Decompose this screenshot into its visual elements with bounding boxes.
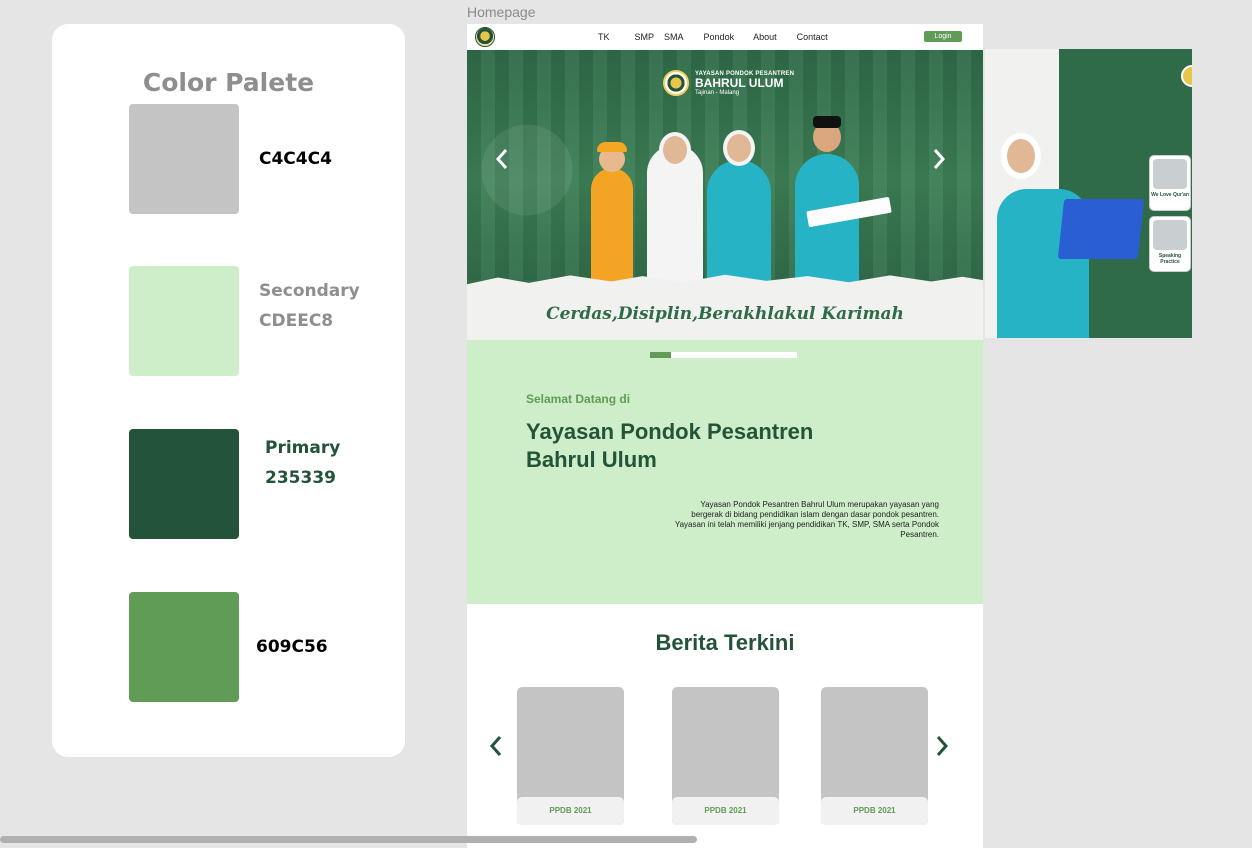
chevron-left-icon [495, 149, 508, 169]
hero-banner: YAYASAN PONDOK PESANTREN BAHRUL ULUM Taj… [467, 50, 983, 340]
news-card-tag: PPDB 2021 [517, 797, 624, 825]
swatch-secondary-label: CDEEC8 [259, 311, 334, 331]
hero-tagline: Cerdas,Disiplin,Berakhlakul Karimah [546, 304, 904, 324]
news-card-tag: PPDB 2021 [821, 797, 928, 825]
logo-icon[interactable] [475, 27, 495, 47]
side-card-thumb [1153, 220, 1187, 250]
swatch-primary-role: Primary [265, 438, 341, 458]
palette-title: Color Palete [142, 68, 315, 97]
news-section: Berita Terkini PPDB 2021 PPDB 2021 PPDB … [467, 604, 983, 848]
hero-next-button[interactable] [932, 148, 946, 176]
swatch-secondary [129, 266, 239, 376]
welcome-title: Yayasan Pondok Pesantren Bahrul Ulum [526, 419, 814, 472]
slider-progress-fill [650, 352, 671, 358]
nav-about[interactable]: About [753, 32, 777, 42]
welcome-section: Selamat Datang di Yayasan Pondok Pesantr… [467, 340, 983, 604]
brand-big: BAHRUL ULUM [695, 75, 784, 90]
nav-links: TK SMP SMA Pondok About Contact [598, 32, 828, 42]
nav-contact[interactable]: Contact [797, 32, 828, 42]
color-palette-card: Color Palete C4C4C4 Secondary CDEEC8 Pri… [52, 24, 405, 757]
news-card[interactable]: PPDB 2021 [821, 687, 928, 825]
brand-sub: Tajinan - Malang [695, 89, 740, 96]
swatch-primary-label: 235339 [265, 468, 336, 488]
news-prev-button[interactable] [489, 734, 503, 764]
swatch-primary [129, 429, 239, 539]
side-card-caption: We Love Qur'an [1151, 192, 1189, 198]
homepage-frame: TK SMP SMA Pondok About Contact Login YA… [467, 24, 983, 848]
navbar: TK SMP SMA Pondok About Contact Login [467, 24, 983, 50]
hero-next-slide-preview: We Love Qur'an Speaking Practice [985, 49, 1192, 338]
brand-logo-icon [663, 70, 689, 96]
chevron-right-icon [936, 736, 949, 756]
chevron-left-icon [489, 736, 502, 756]
nav-tk[interactable]: TK [598, 32, 610, 42]
news-card[interactable]: PPDB 2021 [672, 687, 779, 825]
news-title: Berita Terkini [655, 630, 795, 655]
hero-brand: YAYASAN PONDOK PESANTREN BAHRUL ULUM Taj… [663, 70, 794, 96]
side-card[interactable]: Speaking Practice [1149, 216, 1191, 272]
nav-pondok[interactable]: Pondok [704, 32, 735, 42]
swatch-neutral-label: C4C4C4 [259, 149, 332, 169]
news-card[interactable]: PPDB 2021 [517, 687, 624, 825]
side-card-thumb [1153, 159, 1187, 189]
chevron-right-icon [933, 149, 946, 169]
side-card-caption: Speaking Practice [1158, 253, 1182, 265]
swatch-accent [129, 592, 239, 702]
swatch-neutral [129, 104, 239, 214]
news-card-tag: PPDB 2021 [672, 797, 779, 825]
login-button[interactable]: Login [924, 31, 962, 42]
nav-smp[interactable]: SMP [635, 32, 655, 42]
slider-progress[interactable] [650, 352, 797, 358]
horizontal-scrollbar[interactable] [0, 836, 697, 843]
welcome-subtitle: Selamat Datang di [526, 392, 631, 406]
welcome-description: Yayasan Pondok Pesantren Bahrul Ulum mer… [674, 500, 939, 539]
nav-sma[interactable]: SMA [664, 32, 684, 42]
swatch-secondary-role: Secondary [259, 281, 360, 301]
swatch-accent-label: 609C56 [256, 637, 328, 657]
frame-label[interactable]: Homepage [467, 4, 536, 20]
news-next-button[interactable] [935, 734, 949, 764]
hero-prev-button[interactable] [495, 148, 509, 176]
side-card[interactable]: We Love Qur'an [1149, 155, 1191, 211]
